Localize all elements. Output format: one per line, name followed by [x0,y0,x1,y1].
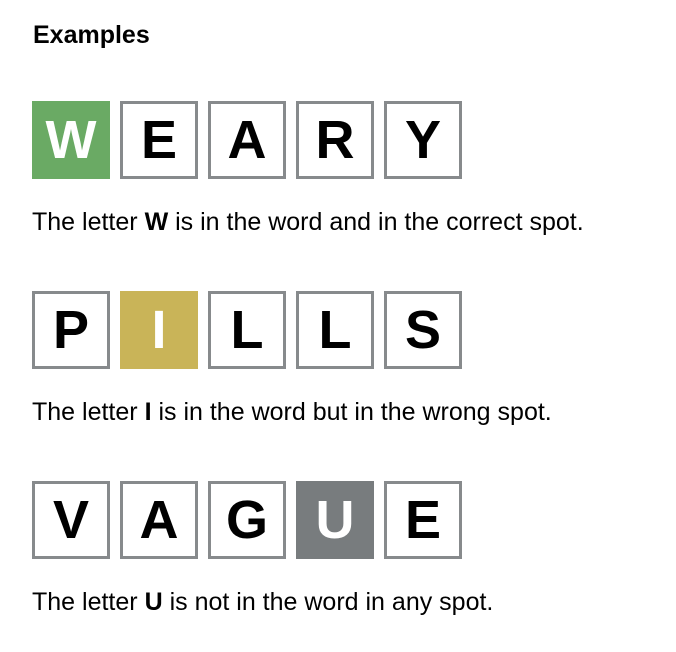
letter-tile-correct: W [32,101,110,179]
letter-tile-absent: U [296,481,374,559]
desc-suffix: is in the word but in the wrong spot. [151,398,552,426]
desc-prefix: The letter [32,398,145,426]
examples-heading: Examples [33,21,150,49]
example-description: The letter I is in the word but in the w… [32,397,552,427]
letter-tile: E [384,481,462,559]
desc-letter: I [144,398,152,426]
letter-tile: A [208,101,286,179]
desc-suffix: is in the word and in the correct spot. [168,208,584,236]
example-description: The letter W is in the word and in the c… [32,207,584,237]
letter-tile: P [32,291,110,369]
letter-tile: L [208,291,286,369]
letter-tile: R [296,101,374,179]
example-vague: V A G U E The letter U is not in the wor… [32,481,493,617]
desc-prefix: The letter [32,588,145,616]
desc-letter: U [144,588,163,616]
letter-tile-present: I [120,291,198,369]
example-tile-row: V A G U E [32,481,493,559]
desc-prefix: The letter [32,208,145,236]
example-pills: P I L L S The letter I is in the word bu… [32,291,552,427]
letter-tile: Y [384,101,462,179]
letter-tile: S [384,291,462,369]
letter-tile: G [208,481,286,559]
letter-tile: A [120,481,198,559]
letter-tile: L [296,291,374,369]
letter-tile: E [120,101,198,179]
example-weary: W E A R Y The letter W is in the word an… [32,101,584,237]
desc-letter: W [144,208,169,236]
letter-tile: V [32,481,110,559]
example-tile-row: P I L L S [32,291,552,369]
example-tile-row: W E A R Y [32,101,584,179]
desc-suffix: is not in the word in any spot. [162,588,494,616]
example-description: The letter U is not in the word in any s… [32,587,493,617]
